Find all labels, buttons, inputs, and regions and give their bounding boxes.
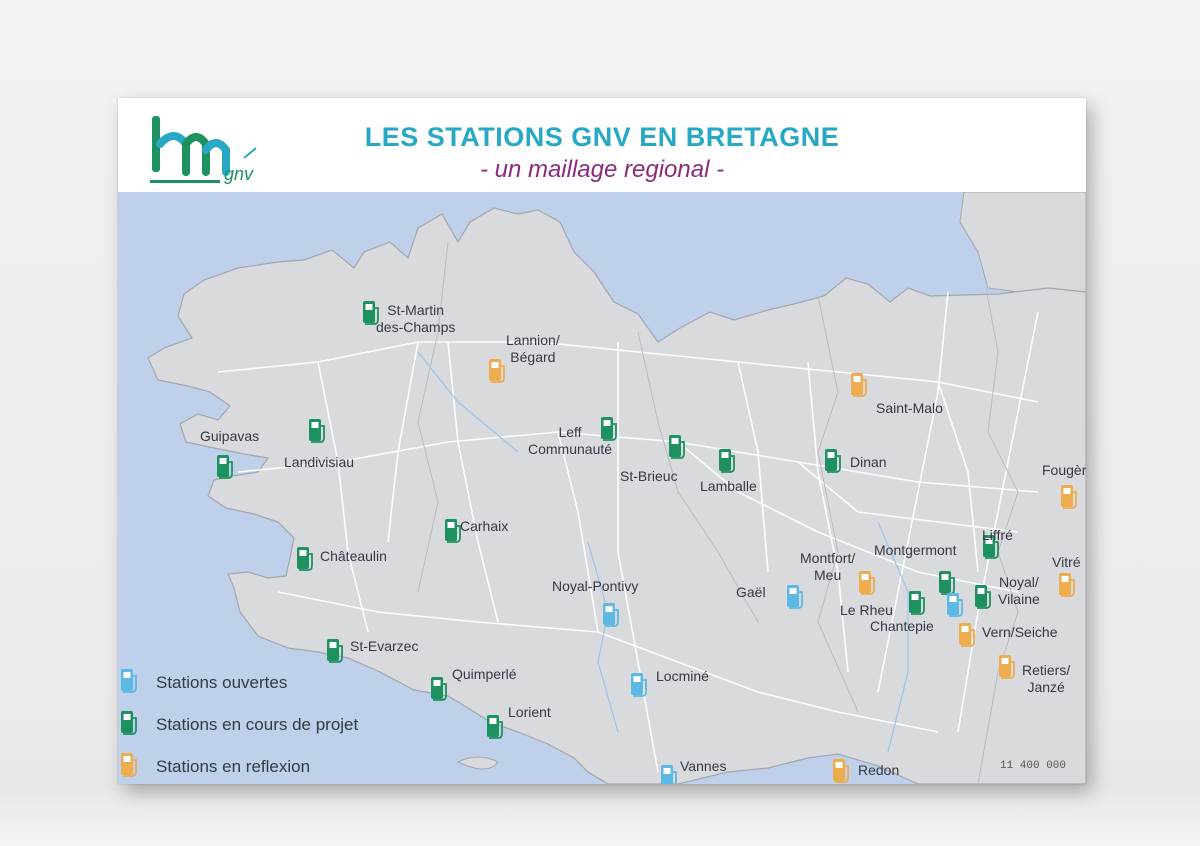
station-label-vannes: Vannes [680, 758, 727, 774]
station-label-le-rheu: Le Rheu [840, 602, 893, 618]
fuel-pump-icon[interactable] [630, 672, 650, 700]
fuel-pump-icon[interactable] [1060, 484, 1080, 512]
station-label-st-martin-des-champs: St-Martin des-Champs [376, 302, 456, 335]
fuel-pump-icon[interactable] [668, 434, 688, 462]
station-label-noyal-pontivy: Noyal-Pontivy [552, 578, 639, 594]
station-label-liffre: Liffré [982, 527, 1013, 543]
station-label-retiers-janze: Retiers/ Janzé [1022, 662, 1071, 695]
station-label-chantepie: Chantepie [870, 618, 934, 634]
page-subtitle: - un maillage regional - [479, 156, 725, 183]
station-label-quimperle: Quimperlé [452, 666, 517, 682]
station-label-montgermont: Montgermont [874, 542, 957, 558]
station-label-lorient: Lorient [508, 704, 551, 720]
station-label-fougeres: Fougères [1042, 462, 1086, 478]
fuel-pump-icon[interactable] [326, 638, 346, 666]
station-label-dinan: Dinan [850, 454, 887, 470]
legend-item-open: Stations ouvertes [120, 668, 420, 698]
station-label-lannion-begard: Lannion/ Bégard [506, 332, 560, 365]
floor-background [0, 790, 1200, 846]
poster-header: gnv LES STATIONS GNV EN BRETAGNE - un ma… [118, 98, 1086, 192]
station-label-guipavas: Guipavas [200, 428, 260, 444]
station-label-redon: Redon [858, 762, 900, 778]
fuel-pump-icon [120, 710, 140, 738]
station-label-locmine: Locminé [656, 668, 709, 684]
fuel-pump-icon[interactable] [850, 372, 870, 400]
fuel-pump-icon[interactable] [946, 592, 966, 620]
fuel-pump-icon[interactable] [1058, 572, 1078, 600]
fuel-pump-icon [120, 668, 140, 696]
station-label-saint-malo: Saint-Malo [876, 400, 943, 416]
station-label-st-evarzec: St-Evarzec [350, 638, 419, 654]
station-label-vern-seiche: Vern/Seiche [982, 624, 1058, 640]
station-label-st-brieuc: St-Brieuc [620, 468, 678, 484]
station-label-vitre: Vitré [1052, 554, 1081, 570]
fuel-pump-icon [120, 752, 140, 780]
station-label-landivisiau: Landivisiau [284, 454, 355, 470]
fuel-pump-icon[interactable] [430, 676, 450, 704]
fuel-pump-icon[interactable] [718, 448, 738, 476]
map-area: Lannion/ Bégard St-Martin des-Champs Guipa… [118, 192, 1086, 784]
station-label-gael: Gaël [736, 584, 766, 600]
station-label-lamballe: Lamballe [700, 478, 757, 494]
station-label-chateaulin: Châteaulin [320, 548, 387, 564]
fuel-pump-icon[interactable] [998, 654, 1018, 682]
fuel-pump-icon[interactable] [296, 546, 316, 574]
fuel-pump-icon[interactable] [858, 570, 878, 598]
poster: gnv LES STATIONS GNV EN BRETAGNE - un ma… [118, 98, 1086, 784]
station-label-noyal-vilaine: Noyal/ Vilaine [998, 574, 1040, 607]
fuel-pump-icon[interactable] [958, 622, 978, 650]
fuel-pump-icon[interactable] [486, 714, 506, 742]
scale-text: 11 400 000 [999, 760, 1066, 772]
fuel-pump-icon[interactable] [786, 584, 806, 612]
fuel-pump-icon[interactable] [908, 590, 928, 618]
legend-item-project: Stations en cours de projet [120, 710, 420, 740]
station-label-leff-communaute: Leff Communauté [528, 424, 613, 457]
page-title: LES STATIONS GNV EN BRETAGNE [364, 122, 840, 152]
fuel-pump-icon[interactable] [216, 454, 236, 482]
legend-item-reflexion: Stations en reflexion [120, 752, 420, 782]
fuel-pump-icon[interactable] [832, 758, 852, 784]
legend-label: Stations en cours de projet [156, 715, 359, 734]
legend-label: Stations ouvertes [156, 673, 288, 692]
station-label-montfort-meu: Montfort/ Meu [800, 550, 856, 583]
fuel-pump-icon[interactable] [660, 764, 680, 784]
station-label-carhaix: Carhaix [460, 518, 509, 534]
fuel-pump-icon[interactable] [488, 358, 508, 386]
legend-label: Stations en reflexion [156, 757, 311, 776]
fuel-pump-icon[interactable] [824, 448, 844, 476]
fuel-pump-icon[interactable] [308, 418, 328, 446]
fuel-pump-icon[interactable] [602, 602, 622, 630]
fuel-pump-icon[interactable] [974, 584, 994, 612]
